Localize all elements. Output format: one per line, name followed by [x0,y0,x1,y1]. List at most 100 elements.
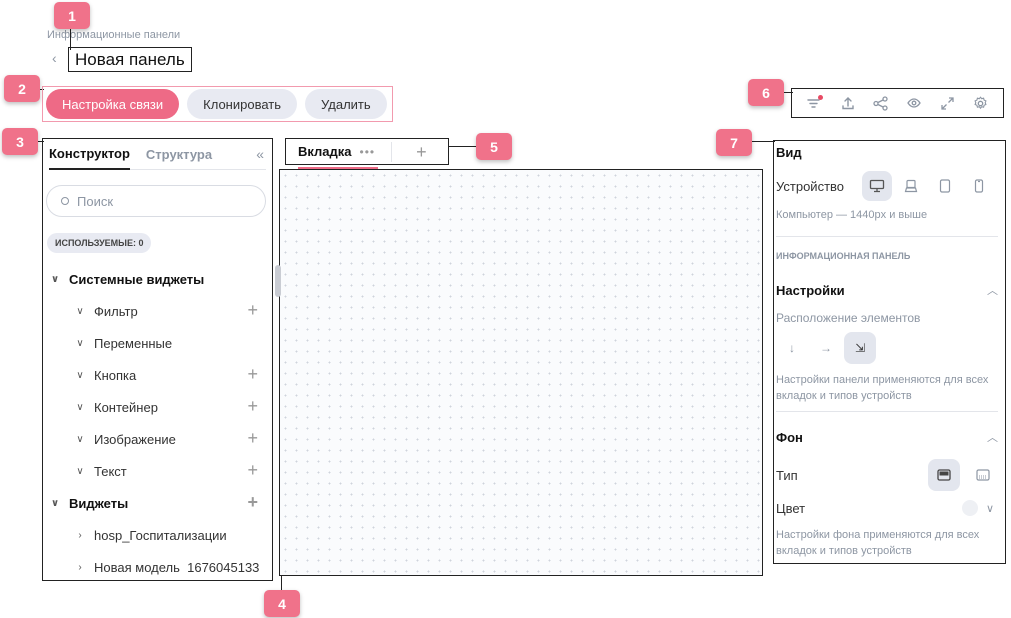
laptop-device-icon[interactable] [896,171,926,201]
chevron-down-icon: ∨ [50,497,60,509]
tab-default[interactable]: Вкладка [298,144,352,159]
collapse-panel-icon[interactable]: « [256,146,264,162]
chevron-down-icon[interactable]: ∨ [986,502,994,515]
callout-badge: 1 [54,2,90,29]
arrows-collapse-icon[interactable]: ⇲ [844,332,876,364]
callout-badge: 2 [4,75,40,102]
panel-tabs: Конструктор Структура « [49,139,266,170]
list-item-label: Изображение [94,431,176,447]
list-item-label: hosp_Госпитализации [94,527,227,543]
back-chevron-icon[interactable]: ‹ [52,50,57,66]
action-buttons-group: Настройка связи Клонировать Удалить [42,86,393,122]
solid-fill-icon[interactable] [928,459,960,491]
callout-leader [281,576,282,590]
chevron-right-icon: › [78,561,82,573]
pattern-fill-icon[interactable] [968,460,998,490]
properties-panel: Вид Устройство Компьютер — 1440px и выше… [773,140,1006,564]
settings-header[interactable]: Настройки ︿ [776,282,998,298]
list-item-button[interactable]: ∨ Кнопка + [43,359,272,391]
add-plus-icon[interactable]: + [247,461,258,479]
chevron-down-icon: ∨ [76,337,84,349]
callout-leader [751,141,775,142]
list-item-variables[interactable]: ∨ Переменные [43,327,272,359]
type-label: Тип [776,467,798,483]
list-item-widget[interactable]: › Новая модель 1676045133 [43,551,272,580]
tab-divider [391,141,393,162]
callout-badge: 3 [2,128,38,155]
section-caption: ИНФОРМАЦИОННАЯ ПАНЕЛЬ [776,251,911,261]
callout-leader [37,141,44,142]
list-item-label: Кнопка [94,367,137,383]
settings-gear-icon[interactable] [969,92,991,114]
add-plus-icon[interactable]: + [247,493,258,511]
search-icon [61,197,69,205]
group-widgets[interactable]: ∨ Виджеты + [43,487,272,519]
list-item-label: Контейнер [94,399,158,415]
tab-constructor[interactable]: Конструктор [49,139,130,170]
list-item-image[interactable]: ∨ Изображение + [43,423,272,455]
toolbar [791,88,1004,118]
dashboard-canvas[interactable] [279,169,763,576]
connection-settings-button[interactable]: Настройка связи [46,89,180,119]
clone-button[interactable]: Клонировать [187,89,298,119]
tab-structure[interactable]: Структура [146,139,212,170]
breadcrumb[interactable]: Информационные панели [47,29,180,41]
add-plus-icon[interactable]: + [247,365,258,383]
divider [776,236,998,237]
add-tab-icon[interactable]: + [416,143,427,161]
list-item-label: Фильтр [94,303,138,319]
group-label: Системные виджеты [69,271,205,287]
search-input[interactable] [77,193,237,209]
mobile-device-icon[interactable] [964,171,994,201]
chevron-down-icon: ∨ [76,369,84,381]
tablet-device-icon[interactable] [930,171,960,201]
color-label: Цвет [776,500,806,516]
view-heading: Вид [776,145,802,160]
settings-hint: Настройки панели применяются для всех вк… [776,374,989,402]
background-heading: Фон [776,429,803,445]
more-dots-icon[interactable]: ••• [360,145,376,159]
color-swatch[interactable] [961,500,978,516]
chevron-right-icon: › [78,529,82,541]
arrow-down-icon[interactable]: ↓ [776,332,808,364]
list-item-text[interactable]: ∨ Текст + [43,455,272,487]
widget-tree: ∨ Системные виджеты ∨ Фильтр + ∨ Перемен… [43,263,272,580]
panel-resize-handle[interactable] [275,265,281,297]
arrow-right-icon[interactable]: → [810,332,842,364]
filter-list-icon[interactable] [804,92,826,114]
list-item-container[interactable]: ∨ Контейнер + [43,391,272,423]
callout-badge: 7 [716,129,752,156]
device-hint: Компьютер — 1440px и выше [776,209,928,221]
list-item-widget[interactable]: › hosp_Госпитализации [43,519,272,551]
preview-eye-icon[interactable] [903,92,925,114]
type-row: Тип [776,459,998,491]
list-item-filter[interactable]: ∨ Фильтр + [43,295,272,327]
chevron-down-icon: ∨ [76,305,84,317]
background-hint: Настройки фона применяются для всех вкла… [776,529,980,557]
chevron-down-icon: ∨ [50,273,60,285]
delete-button[interactable]: Удалить [305,89,387,119]
chevron-down-icon: ∨ [76,401,84,413]
chevron-down-icon: ∨ [76,433,84,445]
page-title[interactable]: Новая панель [68,47,192,72]
add-plus-icon[interactable]: + [247,429,258,447]
group-system-widgets[interactable]: ∨ Системные виджеты [43,263,272,295]
add-plus-icon[interactable]: + [247,397,258,415]
constructor-panel: Конструктор Структура « ИСПОЛЬЗУЕМЫЕ: 0 … [42,138,273,581]
device-label: Устройство [776,178,845,194]
callout-leader [449,146,477,147]
background-header[interactable]: Фон ︿ [776,429,998,445]
chevron-up-icon[interactable]: ︿ [987,282,998,298]
used-count-badge[interactable]: ИСПОЛЬЗУЕМЫЕ: 0 [47,233,152,253]
chevron-up-icon[interactable]: ︿ [987,429,998,445]
notification-dot [817,95,823,100]
share-icon[interactable] [870,92,892,114]
search-box [46,185,266,217]
fullscreen-icon[interactable] [936,92,958,114]
color-row: Цвет ∨ [776,500,998,516]
desktop-device-icon[interactable] [862,171,893,201]
upload-icon[interactable] [837,92,859,114]
device-row: Устройство [776,171,998,201]
add-plus-icon[interactable]: + [247,301,258,319]
list-item-label: Переменные [94,335,173,351]
